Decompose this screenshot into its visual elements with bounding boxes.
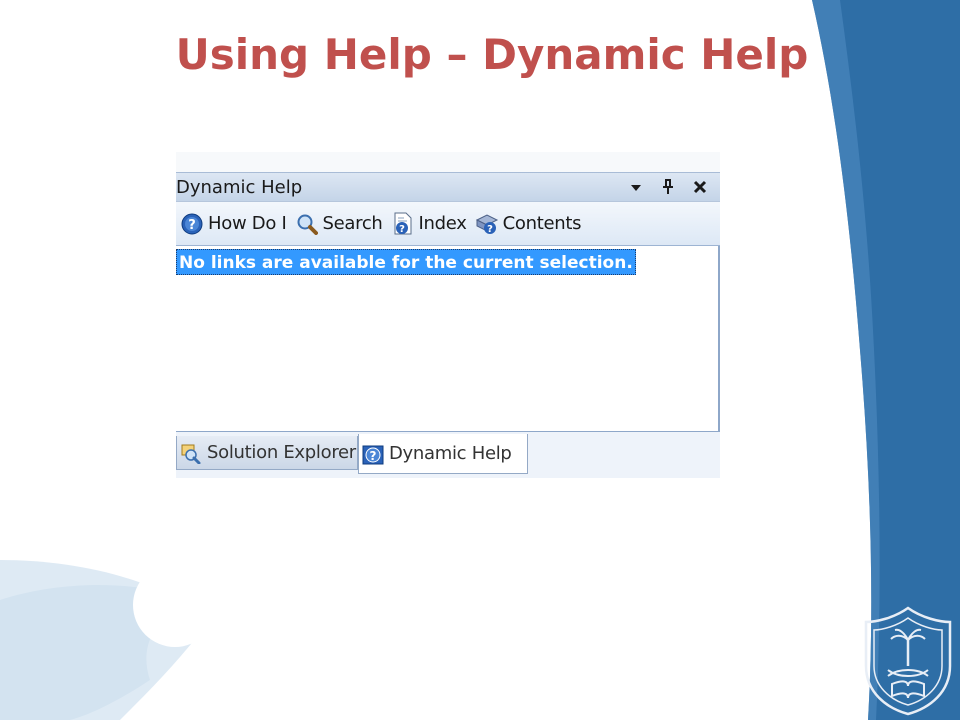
window-titlebar: Dynamic Help [176,172,720,202]
tool-window-tabstrip: Solution Explorer ? Dynamic Help [176,432,720,478]
how-do-i-label: How Do I [208,213,287,234]
index-button[interactable]: ? Index [391,212,467,236]
panel-top-strip [176,152,720,172]
search-label: Search [322,213,383,234]
help-icon: ? [361,442,385,466]
chevron-down-icon[interactable] [626,176,646,198]
university-seal-logo [864,606,952,716]
tab-dynamic-help-label: Dynamic Help [389,443,512,464]
svg-text:?: ? [487,224,493,235]
contents-icon: ? [475,212,499,236]
index-icon: ? [391,212,415,236]
window-controls [626,176,710,198]
close-icon[interactable] [690,176,710,198]
light-circle [133,563,217,647]
svg-text:?: ? [370,449,377,463]
tab-solution-explorer-label: Solution Explorer [207,442,356,463]
search-icon [295,212,319,236]
svg-text:?: ? [399,224,405,235]
how-do-i-button[interactable]: ? How Do I [180,212,287,236]
help-content-area: No links are available for the current s… [176,246,720,432]
solution-explorer-icon [179,441,203,465]
no-links-message[interactable]: No links are available for the current s… [176,249,636,275]
slide-title: Using Help – Dynamic Help [175,30,809,79]
search-button[interactable]: Search [295,212,383,236]
contents-label: Contents [502,213,582,234]
help-icon: ? [180,212,204,236]
svg-text:?: ? [188,218,196,233]
tab-solution-explorer[interactable]: Solution Explorer [176,436,358,470]
contents-button[interactable]: ? Contents [475,212,582,236]
pin-icon[interactable] [658,176,678,198]
tab-dynamic-help[interactable]: ? Dynamic Help [358,434,528,474]
help-toolbar: ? How Do I Search ? Index ? Contents [176,202,720,246]
window-title: Dynamic Help [176,177,303,198]
index-label: Index [418,213,467,234]
dynamic-help-window: Dynamic Help ? How Do I Search ? Index ?… [176,152,720,478]
